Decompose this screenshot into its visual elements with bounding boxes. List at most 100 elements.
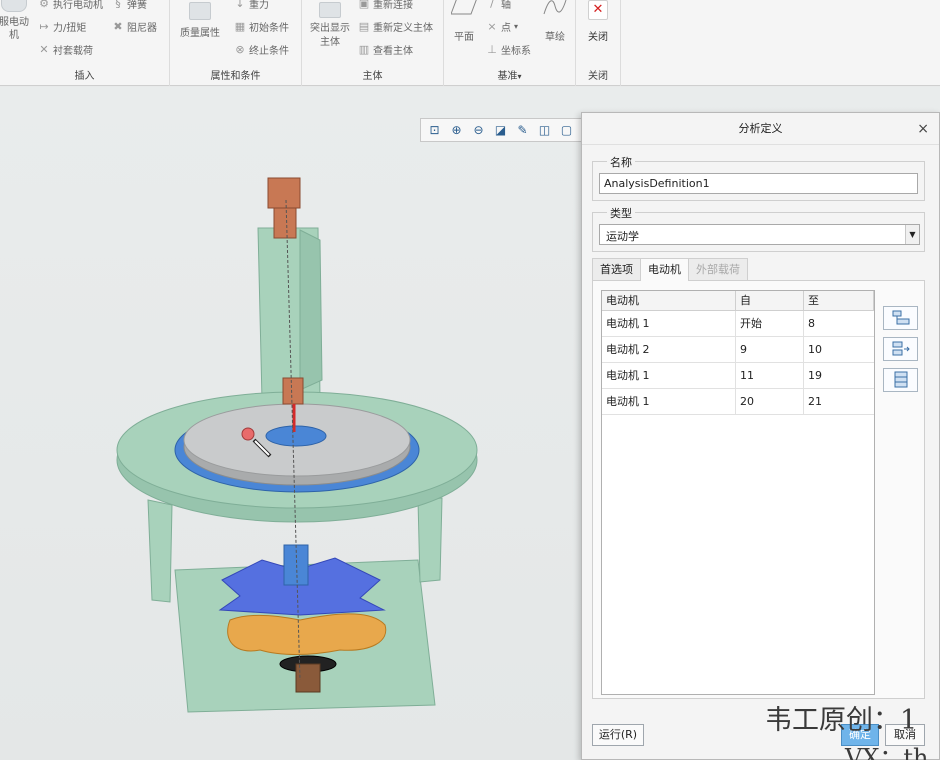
name-group-label: 名称: [607, 154, 635, 170]
datum-group-label[interactable]: 基准▾: [444, 67, 575, 82]
name-input[interactable]: [599, 173, 918, 194]
dialog-tabs: 首选项 电动机 外部载荷: [592, 258, 748, 281]
type-group: 类型 运动学 ▼: [592, 205, 925, 252]
point-button[interactable]: × 点 ▾: [486, 19, 518, 34]
cell-to[interactable]: 19: [804, 363, 874, 388]
zoom-out-icon[interactable]: ⊖: [468, 120, 489, 140]
column-side: [299, 229, 323, 391]
body-group: 突出显示 主体 ▣ 重新连接 ▤ 重新定义主体 ▥ 查看主体 主体: [302, 0, 444, 86]
type-select-value: 运动学: [606, 230, 639, 243]
cell-motor[interactable]: 电动机 1: [602, 311, 736, 336]
gravity-button[interactable]: ↓ 重力: [234, 0, 269, 11]
saved-views-icon[interactable]: ◫: [534, 120, 555, 140]
redefine-body-button[interactable]: ▤ 重新定义主体: [358, 19, 433, 34]
close-group-label: 关闭: [588, 71, 608, 82]
close-group: ✕ 关闭 关闭: [576, 0, 621, 86]
body-group-label: 主体: [362, 71, 383, 82]
mass-properties-icon: [189, 2, 211, 20]
cell-from[interactable]: 9: [736, 337, 804, 362]
add-row-icon: [892, 310, 909, 325]
tab-preferences[interactable]: 首选项: [592, 258, 641, 280]
spring-button[interactable]: § 弹簧: [112, 0, 147, 11]
zoom-in-icon[interactable]: ⊕: [446, 120, 467, 140]
force-icon: ↦: [39, 19, 49, 33]
mass-properties-button[interactable]: 质量属性: [174, 2, 226, 39]
coordinate-system-button[interactable]: ⊥ 坐标系: [486, 42, 531, 57]
display-style-icon[interactable]: ▢: [556, 120, 577, 140]
mechanism-model[interactable]: [0, 87, 580, 760]
cell-from[interactable]: 开始: [736, 311, 804, 336]
coordinate-system-icon: ⊥: [487, 42, 497, 56]
plane-button[interactable]: 平面: [446, 0, 482, 43]
view-orient-icon[interactable]: ✎: [512, 120, 533, 140]
redefine-body-icon: ▤: [358, 19, 370, 33]
sketch-button[interactable]: 草绘: [538, 0, 572, 43]
insert-motor-row-button[interactable]: [883, 337, 918, 361]
cell-motor[interactable]: 电动机 1: [602, 363, 736, 388]
view-body-icon: ▥: [358, 42, 370, 56]
sketch-icon: [543, 0, 567, 15]
axis-icon: /: [490, 0, 494, 10]
highlight-body-button[interactable]: 突出显示 主体: [304, 2, 356, 50]
servo-motor-button[interactable]: 服电动 机: [0, 0, 34, 42]
reconnect-button[interactable]: ▣ 重新连接: [358, 0, 413, 11]
cell-from[interactable]: 20: [736, 389, 804, 414]
type-select[interactable]: 运动学 ▼: [599, 224, 920, 245]
close-button[interactable]: ✕ 关闭: [581, 0, 615, 43]
watermark-line-1: 韦工原创：1: [765, 705, 918, 736]
tab-external-loads: 外部载荷: [688, 258, 748, 280]
damper-button[interactable]: ✖ 阻尼器: [112, 19, 157, 34]
table-row[interactable]: 电动机 1 11 19: [602, 363, 874, 389]
chevron-down-icon: ▾: [514, 22, 519, 31]
dialog-title: 分析定义: [738, 122, 783, 135]
actuator-motor-button[interactable]: ⚙ 执行电动机: [38, 0, 103, 11]
watermark-line-2: VX：th: [845, 744, 929, 760]
cell-motor[interactable]: 电动机 2: [602, 337, 736, 362]
properties-group: 质量属性 ↓ 重力 ▦ 初始条件 ⊗ 终止条件 属性和条件: [170, 0, 302, 86]
tab-motors[interactable]: 电动机: [640, 258, 689, 281]
leg-left: [147, 499, 173, 603]
cell-to[interactable]: 21: [804, 389, 874, 414]
point-icon: ×: [487, 19, 497, 33]
bushing-load-button[interactable]: ✕ 衬套载荷: [38, 42, 93, 57]
column-header-to[interactable]: 至: [804, 291, 874, 310]
table-row[interactable]: 电动机 2 9 10: [602, 337, 874, 363]
spring-icon: §: [115, 0, 121, 10]
datum-group: 平面 / 轴 × 点 ▾ ⊥ 坐标系 草绘 基准▾: [444, 0, 576, 86]
force-torque-button[interactable]: ↦ 力/扭矩: [38, 19, 86, 34]
properties-group-label: 属性和条件: [210, 71, 261, 82]
motors-tab-panel: 电动机 自 至 电动机 1 开始 8 电动机 2 9 10 电动机 1 11 1…: [592, 280, 925, 699]
gravity-icon: ↓: [235, 0, 245, 10]
motor-table[interactable]: 电动机 自 至 电动机 1 开始 8 电动机 2 9 10 电动机 1 11 1…: [601, 290, 875, 695]
termination-condition-button[interactable]: ⊗ 终止条件: [234, 42, 289, 57]
column-header-motor[interactable]: 电动机: [602, 291, 736, 310]
cam: [227, 613, 387, 655]
initial-condition-button[interactable]: ▦ 初始条件: [234, 19, 289, 34]
cell-to[interactable]: 10: [804, 337, 874, 362]
run-button[interactable]: 运行(R): [592, 724, 644, 746]
view-body-button[interactable]: ▥ 查看主体: [358, 42, 413, 57]
chevron-down-icon[interactable]: ▼: [905, 225, 919, 244]
table-row[interactable]: 电动机 1 20 21: [602, 389, 874, 415]
insert-group-label: 插入: [74, 71, 95, 82]
repaint-icon[interactable]: ◪: [490, 120, 511, 140]
cell-motor[interactable]: 电动机 1: [602, 389, 736, 414]
close-icon: ✕: [588, 0, 608, 20]
center-hub: [265, 425, 327, 447]
cell-to[interactable]: 8: [804, 311, 874, 336]
view-toolbar: ⊡ ⊕ ⊖ ◪ ✎ ◫ ▢: [420, 118, 585, 142]
mid-motor: [282, 377, 304, 405]
cell-from[interactable]: 11: [736, 363, 804, 388]
table-row[interactable]: 电动机 1 开始 8: [602, 311, 874, 337]
initial-condition-icon: ▦: [234, 19, 246, 33]
name-group: 名称: [592, 154, 925, 201]
dialog-title-bar[interactable]: 分析定义 ×: [582, 113, 939, 145]
ribbon: 服电动 机 ⚙ 执行电动机 ↦ 力/扭矩 ✕ 衬套载荷 § 弹簧 ✖ 阻尼器 插入 质量属…: [0, 0, 940, 86]
servo-motor-label: 服电动 机: [0, 17, 29, 41]
column-header-from[interactable]: 自: [736, 291, 804, 310]
axis-button[interactable]: / 轴: [486, 0, 511, 11]
dialog-close-icon[interactable]: ×: [917, 113, 929, 145]
add-motor-row-button[interactable]: [883, 306, 918, 330]
delete-motor-row-button[interactable]: [883, 368, 918, 392]
zoom-fit-icon[interactable]: ⊡: [424, 120, 445, 140]
